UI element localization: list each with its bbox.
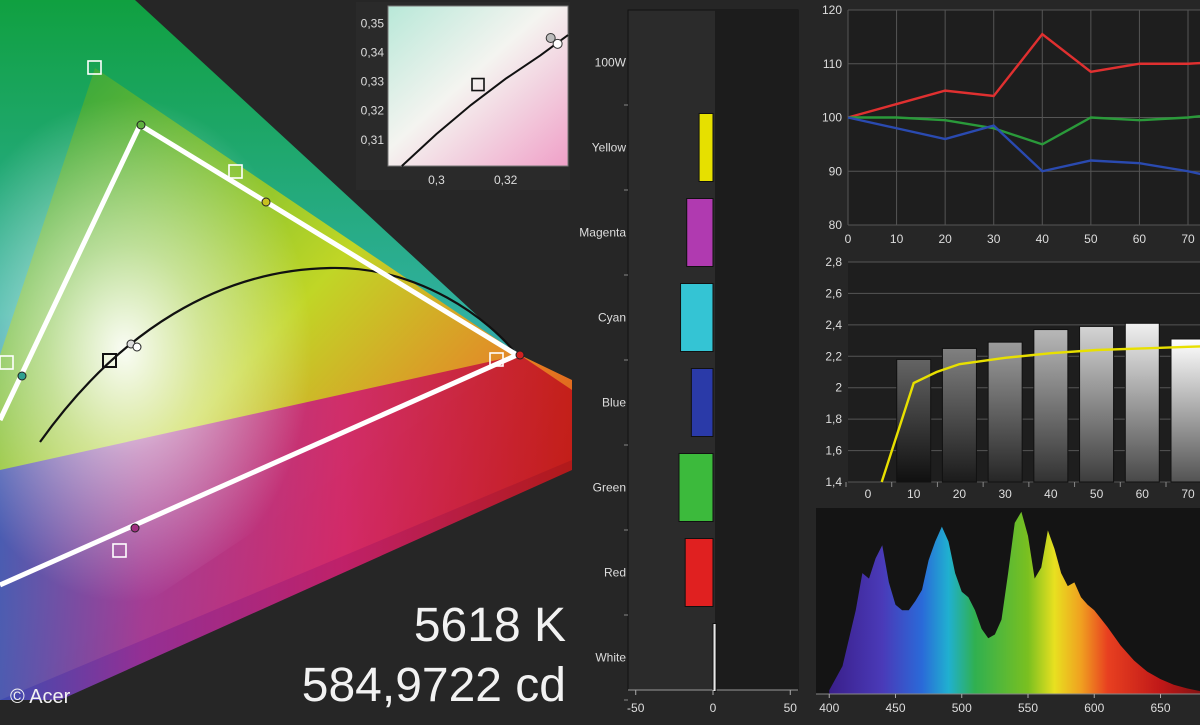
spectrum-x-tick: 500 xyxy=(952,701,972,715)
rgb-x-tick: 50 xyxy=(1084,232,1098,246)
gamma-x-tick: 30 xyxy=(998,487,1012,500)
measured-red-point xyxy=(515,350,525,360)
gamma-y-tick: 1,8 xyxy=(825,412,842,426)
inset-x-tick: 0,32 xyxy=(494,173,518,187)
gamma-x-tick: 0 xyxy=(865,487,872,500)
measured-magenta-point xyxy=(130,523,140,533)
inset-measured-point xyxy=(552,38,563,49)
deviation-category-label: Red xyxy=(604,566,626,580)
gamma-chart: 1,4 1,6 1,8 2 2,2 2,4 2,6 2,8 0 10 20 30 40 50 60 70 xyxy=(800,250,1200,501)
gamma-x-tick: 20 xyxy=(953,487,967,500)
rgb-x-tick: 60 xyxy=(1133,232,1147,246)
inset-plot-area xyxy=(387,5,569,167)
deviation-bar xyxy=(698,113,714,182)
measured-green-point xyxy=(136,120,146,130)
color-deviation-chart: 100W Yellow Magenta Cyan Blue Green Red White -5… xyxy=(572,0,800,720)
spectrum-x-tick: 450 xyxy=(885,701,905,715)
measured-yellow-point xyxy=(261,197,271,207)
gamma-y-tick: 2,6 xyxy=(825,286,842,300)
gamma-x-tick: 10 xyxy=(907,487,921,500)
rgb-y-tick: 120 xyxy=(822,3,842,17)
deviation-category-label: Yellow xyxy=(592,141,627,155)
rgb-y-tick: 80 xyxy=(829,218,843,232)
spectrum-x-tick: 600 xyxy=(1084,701,1104,715)
gamma-x-tick: 60 xyxy=(1136,487,1150,500)
rgb-y-tick: 110 xyxy=(823,57,842,71)
deviation-x-tick: 0 xyxy=(710,701,717,715)
gamma-x-tick: 40 xyxy=(1044,487,1058,500)
whitepoint-inset-chart: 0,31 0,32 0,33 0,34 0,35 0,3 0,32 xyxy=(356,2,570,190)
rgb-y-tick: 90 xyxy=(829,164,843,178)
deviation-x-tick: 50 xyxy=(784,701,798,715)
deviation-category-label: Magenta xyxy=(579,226,626,240)
rgb-y-tick: 100 xyxy=(822,111,842,125)
inset-y-tick: 0,33 xyxy=(361,75,385,89)
inset-y-tick: 0,35 xyxy=(361,16,385,30)
deviation-svg: 100W Yellow Magenta Cyan Blue Green Red White -5… xyxy=(579,9,799,715)
gamma-y-tick: 2,4 xyxy=(825,318,842,332)
rgb-balance-chart: 80 90 100 110 120 0 10 20 30 40 50 60 70 xyxy=(800,0,1200,250)
deviation-category-label: Green xyxy=(593,481,626,495)
inset-svg: 0,31 0,32 0,33 0,34 0,35 0,3 0,32 xyxy=(356,2,570,190)
inset-y-tick: 0,31 xyxy=(361,133,385,147)
rgb-x-tick: 20 xyxy=(938,232,952,246)
inset-x-tick: 0,3 xyxy=(428,173,445,187)
rgb-svg: 80 90 100 110 120 0 10 20 30 40 50 60 70 xyxy=(822,3,1200,246)
deviation-x-tick: -50 xyxy=(627,701,645,715)
luminance-readout: 584,9722 cd xyxy=(301,659,566,712)
deviation-category-label: White xyxy=(595,651,626,665)
gamma-x-tick: 70 xyxy=(1181,487,1195,500)
deviation-positive-zone xyxy=(715,10,798,690)
deviation-category-label: Cyan xyxy=(598,311,626,325)
gamma-y-tick: 2 xyxy=(835,381,842,395)
rgb-x-tick: 30 xyxy=(987,232,1001,246)
spectrum-x-tick: 400 xyxy=(819,701,839,715)
rgb-x-tick: 0 xyxy=(845,232,852,246)
inset-y-tick: 0,32 xyxy=(361,104,385,118)
gamma-bar xyxy=(1170,338,1200,483)
deviation-bar xyxy=(680,283,714,352)
gamma-y-tick: 2,8 xyxy=(825,255,842,269)
gamma-svg: 1,4 1,6 1,8 2 2,2 2,4 2,6 2,8 0 10 20 30 40 50 60 70 xyxy=(825,255,1200,501)
copyright-notice: © Acer xyxy=(10,686,71,708)
deviation-bar xyxy=(686,198,714,267)
deviation-category-label: Blue xyxy=(602,396,626,410)
deviation-category-label: 100W xyxy=(595,56,627,70)
spectrum-chart: 400450500550600650700 xyxy=(800,500,1200,720)
rgb-x-tick: 10 xyxy=(890,232,904,246)
gamma-y-tick: 1,6 xyxy=(825,444,842,458)
measured-cyan-point xyxy=(17,371,27,381)
spectrum-svg: 400450500550600650700 xyxy=(816,508,1200,715)
inset-y-tick: 0,34 xyxy=(361,46,385,60)
spectrum-x-tick: 650 xyxy=(1150,701,1170,715)
deviation-bar xyxy=(690,368,714,437)
gamma-y-tick: 2,2 xyxy=(825,349,842,363)
rgb-x-tick: 40 xyxy=(1036,232,1050,246)
color-temperature-readout: 5618 K xyxy=(413,599,566,652)
measured-white-point-2 xyxy=(132,342,142,352)
gamma-y-tick: 1,4 xyxy=(825,475,842,489)
spectrum-x-tick: 550 xyxy=(1018,701,1038,715)
gamma-bar xyxy=(987,341,1023,483)
rgb-x-tick: 70 xyxy=(1181,232,1195,246)
deviation-bar xyxy=(712,623,717,692)
deviation-bar xyxy=(678,453,714,522)
deviation-bar xyxy=(684,538,714,607)
gamma-x-tick: 50 xyxy=(1090,487,1104,500)
